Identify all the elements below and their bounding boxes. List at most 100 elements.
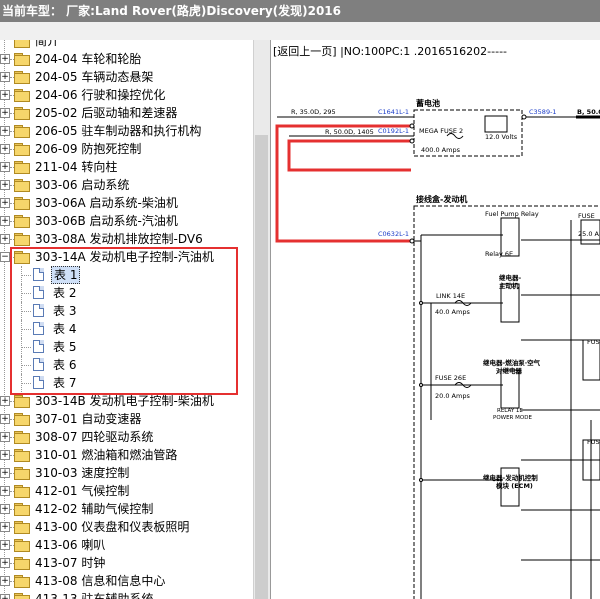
tree-item-label: 413-08 信息和信息中心 [35, 574, 166, 588]
tree-item-expanded[interactable]: − 303-14A 发动机电子控制-汽油机 [0, 248, 253, 266]
expand-icon[interactable]: + [0, 594, 10, 599]
expand-icon[interactable]: + [0, 126, 10, 136]
folder-icon [14, 575, 30, 588]
tree-leaf-table[interactable]: 表 6 [0, 356, 253, 374]
tree-item[interactable]: +204-06 行驶和操控优化 [0, 86, 253, 104]
tree-connector [21, 383, 31, 384]
folder-icon [14, 251, 30, 264]
folder-icon [14, 125, 30, 138]
expand-icon[interactable]: + [0, 432, 10, 442]
document-icon [33, 340, 44, 353]
tree-item[interactable]: +303-06A 启动系统-柴油机 [0, 194, 253, 212]
tree-item[interactable]: +307-01 自动变速器 [0, 410, 253, 428]
tree-leaf-table[interactable]: 表 2 [0, 284, 253, 302]
expand-icon[interactable]: + [0, 216, 10, 226]
tree-leaf-table[interactable]: 表 1 [0, 266, 253, 284]
tree-item-label: 413-07 时钟 [35, 556, 106, 570]
tree-connector [21, 311, 31, 312]
svg-text:C0632L-1: C0632L-1 [378, 230, 409, 238]
expand-icon[interactable]: + [0, 450, 10, 460]
toolbar-band [0, 22, 600, 41]
folder-icon [14, 431, 30, 444]
tree-item[interactable]: +303-06B 启动系统-汽油机 [0, 212, 253, 230]
expand-icon[interactable]: + [0, 504, 10, 514]
tree-leaf-table[interactable]: 表 7 [0, 374, 253, 392]
tree-item[interactable]: +412-02 辅助气候控制 [0, 500, 253, 518]
tree-item-label: 303-14B 发动机电子控制-柴油机 [35, 394, 214, 408]
expand-icon[interactable]: + [0, 90, 10, 100]
svg-text:对继电器: 对继电器 [496, 366, 523, 375]
svg-text:模块 (ECM): 模块 (ECM) [496, 481, 533, 490]
svg-text:继电器-发动机控制: 继电器-发动机控制 [483, 473, 538, 482]
tree-scrollbar-thumb[interactable] [255, 135, 268, 599]
expand-icon[interactable]: + [0, 576, 10, 586]
folder-icon [14, 413, 30, 426]
tree-item[interactable]: +206-09 防抱死控制 [0, 140, 253, 158]
folder-icon [14, 89, 30, 102]
tree-item[interactable]: +205-02 后驱动轴和差速器 [0, 104, 253, 122]
expand-icon[interactable]: + [0, 468, 10, 478]
tree-item-label: 303-14A 发动机电子控制-汽油机 [35, 250, 214, 264]
tree-leaf-label: 表 1 [51, 266, 81, 284]
tree-item[interactable]: +413-08 信息和信息中心 [0, 572, 253, 590]
folder-icon [14, 395, 30, 408]
tree-item[interactable]: +204-05 车辆动态悬架 [0, 68, 253, 86]
expand-icon[interactable]: + [0, 180, 10, 190]
expand-icon[interactable]: + [0, 54, 10, 64]
junction-box [413, 205, 600, 599]
expand-icon[interactable]: + [0, 558, 10, 568]
collapse-icon[interactable]: − [0, 252, 10, 262]
expand-icon[interactable]: + [0, 540, 10, 550]
tree-item[interactable]: +211-04 转向柱 [0, 158, 253, 176]
tree-item-label: 308-07 四轮驱动系统 [35, 430, 154, 444]
document-icon [33, 322, 44, 335]
tree-item-label: 413-06 喇叭 [35, 538, 106, 552]
tree-item[interactable]: +413-13 驻车辅助系统 [0, 590, 253, 599]
tree-item[interactable]: +206-05 驻车制动器和执行机构 [0, 122, 253, 140]
folder-icon [14, 233, 30, 246]
svg-text:FUSE 26E: FUSE 26E [435, 374, 466, 382]
svg-text:12.0 Volts: 12.0 Volts [485, 133, 518, 141]
expand-icon[interactable]: + [0, 198, 10, 208]
tree-item-label: 303-08A 发动机排放控制-DV6 [35, 232, 203, 246]
tree-item[interactable]: +310-01 燃油箱和燃油管路 [0, 446, 253, 464]
tree-leaf-table[interactable]: 表 4 [0, 320, 253, 338]
expand-icon[interactable]: + [0, 234, 10, 244]
tree-item-label: 307-01 自动变速器 [35, 412, 142, 426]
folder-icon [14, 557, 30, 570]
expand-icon[interactable]: + [0, 414, 10, 424]
tree-item-label: 206-05 驻车制动器和执行机构 [35, 124, 202, 138]
tree-item[interactable]: +303-06 启动系统 [0, 176, 253, 194]
tree-item[interactable]: +310-03 速度控制 [0, 464, 253, 482]
expand-icon[interactable]: + [0, 144, 10, 154]
wiring-diagram: R, 35.0D, 295 R, 50.0D, 1405 C1641L-1 C0… [275, 98, 600, 599]
expand-icon[interactable]: + [0, 72, 10, 82]
expand-icon[interactable]: + [0, 396, 10, 406]
tree-connector [21, 275, 31, 276]
tree-item[interactable]: +413-07 时钟 [0, 554, 253, 572]
svg-text:蓄电池: 蓄电池 [416, 98, 440, 108]
tree-item[interactable]: +413-00 仪表盘和仪表板照明 [0, 518, 253, 536]
tree-connector [21, 365, 31, 366]
tree-item[interactable]: 简介 [0, 40, 253, 50]
tree-item[interactable]: +303-14B 发动机电子控制-柴油机 [0, 392, 253, 410]
tree-item[interactable]: +413-06 喇叭 [0, 536, 253, 554]
svg-text:C1641L-1: C1641L-1 [378, 108, 409, 116]
expand-icon[interactable]: + [0, 486, 10, 496]
tree-item[interactable]: +204-04 车轮和轮胎 [0, 50, 253, 68]
tree-connector [21, 347, 31, 348]
tree-item[interactable]: +308-07 四轮驱动系统 [0, 428, 253, 446]
tree-leaf-table[interactable]: 表 3 [0, 302, 253, 320]
tree-item[interactable]: +303-08A 发动机排放控制-DV6 [0, 230, 253, 248]
expand-icon[interactable]: + [0, 522, 10, 532]
folder-icon [14, 539, 30, 552]
svg-text:Relay 6E: Relay 6E [485, 250, 513, 258]
back-link[interactable]: [返回上一页] |NO:100PC:1 .2016516202----- [273, 43, 507, 59]
folder-icon [14, 40, 30, 48]
expand-icon[interactable]: + [0, 108, 10, 118]
tree-leaf-table[interactable]: 表 5 [0, 338, 253, 356]
svg-text:继电器-: 继电器- [499, 273, 522, 282]
svg-text:20.0 Amps: 20.0 Amps [435, 392, 470, 400]
expand-icon[interactable]: + [0, 162, 10, 172]
tree-item[interactable]: +412-01 气候控制 [0, 482, 253, 500]
